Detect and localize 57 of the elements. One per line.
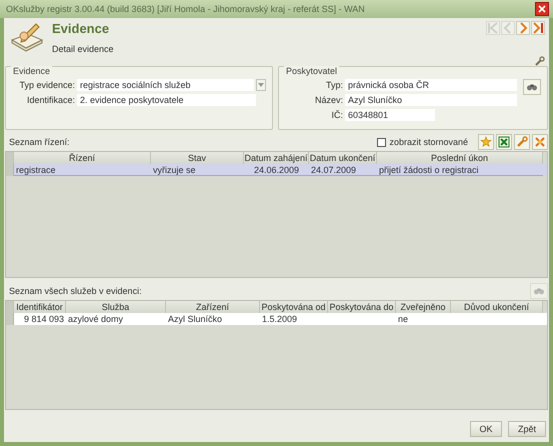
field-label: Identifikace: [26, 95, 75, 105]
group-title: Poskytovatel [284, 66, 340, 76]
column-header[interactable]: Datum ukončení [309, 152, 377, 164]
column-header[interactable]: Stav [151, 152, 244, 164]
close-button[interactable] [535, 2, 549, 16]
binoculars-icon [526, 82, 538, 92]
binoculars-icon [533, 286, 545, 296]
table-cell-text: 24.07.2009 [311, 164, 358, 175]
table-row[interactable]: 9 814 093 azylové domy Azyl Sluníčko 1.5.2009 ne [6, 313, 547, 325]
search-button[interactable] [523, 79, 541, 95]
table-cell-text: azylové domy [68, 313, 124, 325]
table-cell-text: ne [398, 313, 410, 325]
field-label: IČ: [330, 110, 343, 120]
table-cell-text: registrace [16, 164, 57, 175]
dropdown-field[interactable]: registrace sociálních služeb [77, 79, 254, 91]
group-title: Evidence [11, 66, 52, 76]
last-record-button[interactable] [531, 21, 545, 35]
text-field[interactable]: Azyl Sluníčko [345, 94, 517, 106]
star-button[interactable] [478, 134, 494, 150]
dialog-button[interactable]: OK [470, 421, 502, 437]
column-header[interactable]: Služba [66, 301, 166, 313]
dialog-button[interactable]: Zpět [508, 421, 546, 437]
page-title: Evidence [52, 21, 110, 36]
column-header[interactable]: Zařízení [166, 301, 260, 313]
table-cell-text: přijetí žádosti o registraci [379, 164, 480, 175]
table-row[interactable]: registrace vyřizuje se 24.06.2009 24.07.2009 přijetí žádosti o registraci [6, 164, 547, 176]
column-header[interactable]: Poskytována do [328, 301, 396, 313]
field-label: Typ: [324, 80, 343, 90]
column-header[interactable]: Identifikátor [14, 301, 66, 313]
table-cell-text: Azyl Sluníčko [168, 313, 224, 325]
text-field[interactable]: 60348801 [345, 109, 435, 121]
column-header[interactable]: Zveřejněno [396, 301, 451, 313]
field-label: Název: [314, 95, 343, 105]
table-cell-text: 24.06.2009 [252, 164, 300, 175]
column-header[interactable]: Důvod ukončení [451, 301, 543, 313]
cancel-button[interactable] [532, 134, 548, 150]
section-label: Seznam všech služeb v evidenci: [9, 286, 142, 296]
section-label: Seznam řízení: [9, 137, 70, 147]
next-record-button[interactable] [516, 21, 530, 35]
text-field[interactable]: 2. evidence poskytovatele [77, 94, 256, 106]
checkbox-label: zobrazit stornované [389, 137, 468, 147]
checkbox[interactable] [377, 138, 386, 146]
text-field[interactable]: právnická osoba ČR [345, 79, 517, 91]
field-label: Typ evidence: [18, 80, 75, 90]
page-subtitle: Detail evidence [52, 44, 114, 54]
column-header[interactable]: Poslední úkon [377, 152, 543, 164]
window-title: OKslužby registr 3.00.44 (build 3683) [Jiří Homola - Jihomoravský kraj - referát SS] - WAN [6, 4, 365, 14]
wrench-button[interactable] [514, 134, 530, 150]
table-cell-text: vyřizuje se [153, 164, 197, 175]
book-pen-icon [10, 22, 44, 52]
spreadsheet-button[interactable] [496, 134, 512, 150]
table-cell-text: 9 814 093 [22, 313, 64, 325]
column-header[interactable]: Poskytována od [260, 301, 328, 313]
close-icon [538, 5, 546, 13]
column-header[interactable]: Řízení [14, 152, 151, 164]
table-cell-text: 1.5.2009 [262, 313, 298, 325]
column-header[interactable]: Datum zahájení [244, 152, 309, 164]
